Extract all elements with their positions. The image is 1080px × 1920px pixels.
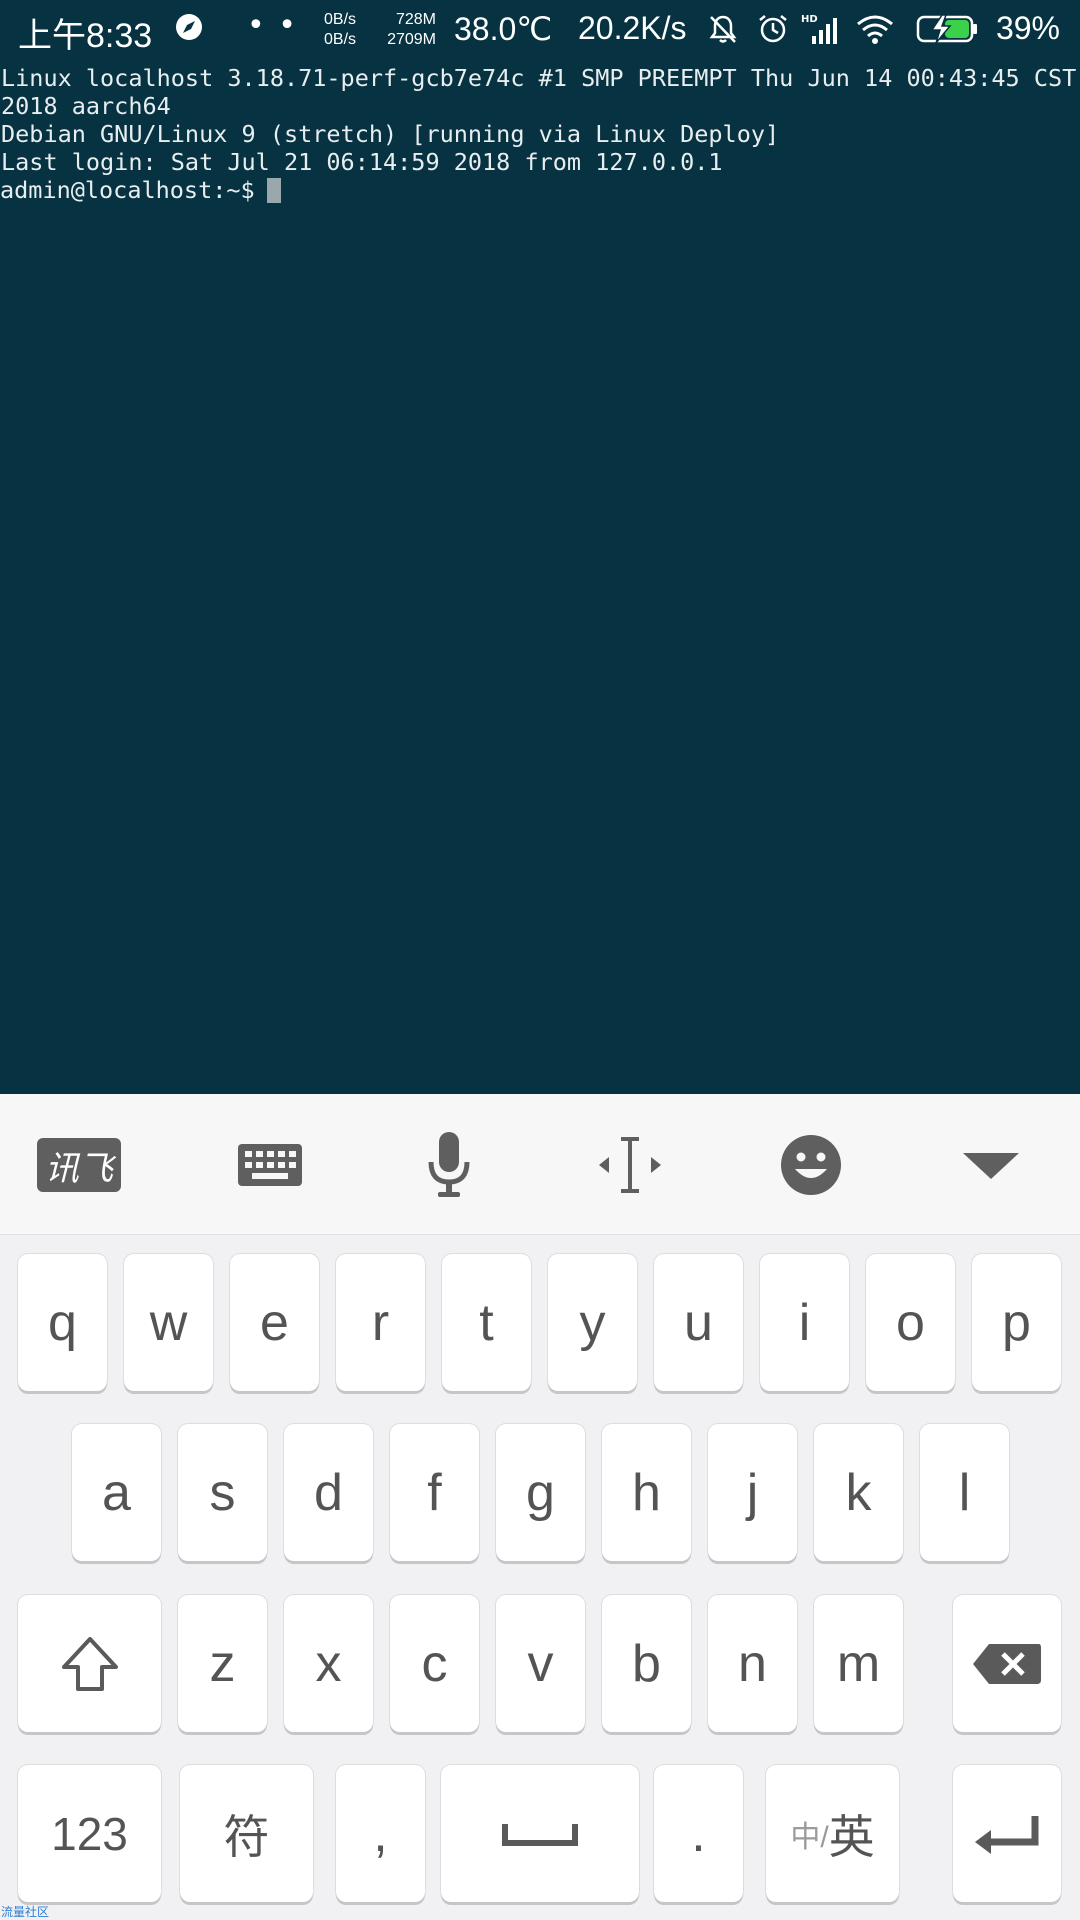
key-v[interactable]: v bbox=[496, 1595, 585, 1732]
xunfei-logo-icon[interactable]: 讯飞 bbox=[36, 1130, 122, 1200]
key-a[interactable]: a bbox=[72, 1424, 161, 1561]
backspace-icon bbox=[973, 1643, 1041, 1684]
memory-usage: 728M 2709M bbox=[386, 10, 436, 50]
collapse-icon[interactable] bbox=[946, 1130, 1036, 1200]
notification-dots: • • bbox=[247, 8, 298, 43]
svg-text:HD: HD bbox=[801, 14, 818, 25]
emoji-icon[interactable] bbox=[766, 1130, 856, 1200]
lang-chinese-label: 中/ bbox=[790, 1820, 829, 1854]
key-d[interactable]: d bbox=[284, 1424, 373, 1561]
space-key[interactable] bbox=[441, 1765, 639, 1902]
key-c[interactable]: c bbox=[390, 1595, 479, 1732]
key-m[interactable]: m bbox=[814, 1595, 903, 1732]
key-l[interactable]: l bbox=[920, 1424, 1009, 1561]
key-b[interactable]: b bbox=[602, 1595, 691, 1732]
period-key[interactable]: . bbox=[654, 1765, 743, 1902]
terminal-output[interactable]: Linux localhost 3.18.71-perf-gcb7e74c #1… bbox=[0, 64, 1080, 1094]
key-k[interactable]: k bbox=[814, 1424, 903, 1561]
backspace-key[interactable] bbox=[953, 1595, 1061, 1732]
battery-percent: 39% bbox=[995, 10, 1060, 46]
keyboard-toolbar: 讯飞 bbox=[0, 1094, 1080, 1235]
key-p[interactable]: p bbox=[972, 1254, 1061, 1391]
key-g[interactable]: g bbox=[496, 1424, 585, 1561]
net-up: 0B/s bbox=[324, 11, 357, 28]
terminal-line: Last login: Sat Jul 21 06:14:59 2018 fro… bbox=[1, 148, 723, 176]
wifi-icon bbox=[857, 15, 893, 44]
space-bar-icon bbox=[502, 1823, 578, 1846]
key-u[interactable]: u bbox=[654, 1254, 743, 1391]
terminal-prompt-line[interactable]: admin@localhost:~$ bbox=[0, 176, 1080, 204]
enter-icon bbox=[975, 1815, 1039, 1854]
watermark-text: 流量社区 bbox=[1, 1905, 50, 1919]
keyboard-icon[interactable] bbox=[225, 1130, 315, 1200]
key-w[interactable]: w bbox=[124, 1254, 213, 1391]
key-i[interactable]: i bbox=[760, 1254, 849, 1391]
status-time: 上午8:33 bbox=[18, 17, 153, 55]
key-y[interactable]: y bbox=[548, 1254, 637, 1391]
terminal-line: 2018 aarch64 bbox=[1, 92, 171, 120]
soft-keyboard: 讯飞 q w e r t y u i o p a s d f g h j k l… bbox=[0, 1094, 1080, 1920]
key-t[interactable]: t bbox=[442, 1254, 531, 1391]
comma-key[interactable]: , bbox=[336, 1765, 425, 1902]
language-switch-key[interactable]: 中/英 bbox=[766, 1765, 899, 1902]
hd-signal-icon: HD bbox=[801, 14, 837, 44]
enter-key[interactable] bbox=[953, 1765, 1061, 1902]
key-x[interactable]: x bbox=[284, 1595, 373, 1732]
terminal-line: Debian GNU/Linux 9 (stretch) [running vi… bbox=[1, 120, 780, 148]
key-f[interactable]: f bbox=[390, 1424, 479, 1561]
network-rates: 0B/s 0B/s bbox=[324, 10, 356, 50]
microphone-icon[interactable] bbox=[404, 1130, 494, 1200]
key-j[interactable]: j bbox=[708, 1424, 797, 1561]
temperature: 38.0℃ bbox=[454, 11, 553, 47]
symbols-key[interactable]: 符 bbox=[180, 1765, 313, 1902]
key-q[interactable]: q bbox=[18, 1254, 107, 1391]
lang-english-label: 英 bbox=[828, 1810, 875, 1863]
mute-icon bbox=[709, 15, 737, 43]
text-cursor bbox=[266, 177, 281, 203]
key-r[interactable]: r bbox=[336, 1254, 425, 1391]
key-e[interactable]: e bbox=[230, 1254, 319, 1391]
compass-icon bbox=[176, 14, 202, 40]
status-bar: 上午8:33 • • 0B/s 0B/s 728M 2709M 38.0℃ 20… bbox=[0, 0, 1080, 58]
mem-total: 2709M bbox=[387, 31, 436, 48]
shell-prompt: admin@localhost:~$ bbox=[0, 176, 255, 204]
cursor-move-icon[interactable] bbox=[585, 1130, 675, 1200]
numbers-key[interactable]: 123 bbox=[18, 1765, 161, 1902]
xunfei-logo-text: 讯飞 bbox=[37, 1138, 121, 1192]
key-s[interactable]: s bbox=[178, 1424, 267, 1561]
key-o[interactable]: o bbox=[866, 1254, 955, 1391]
net-down: 0B/s bbox=[324, 31, 357, 48]
alarm-icon bbox=[759, 15, 787, 43]
key-z[interactable]: z bbox=[178, 1595, 267, 1732]
shift-arrow-icon bbox=[61, 1636, 118, 1691]
terminal-line: Linux localhost 3.18.71-perf-gcb7e74c #1… bbox=[1, 64, 1077, 92]
battery-icon bbox=[916, 14, 977, 44]
shift-key[interactable] bbox=[18, 1595, 161, 1732]
key-n[interactable]: n bbox=[708, 1595, 797, 1732]
mem-used: 728M bbox=[395, 11, 436, 28]
key-h[interactable]: h bbox=[602, 1424, 691, 1561]
screen: 上午8:33 • • 0B/s 0B/s 728M 2709M 38.0℃ 20… bbox=[0, 0, 1080, 1920]
network-speed: 20.2K/s bbox=[578, 10, 687, 46]
